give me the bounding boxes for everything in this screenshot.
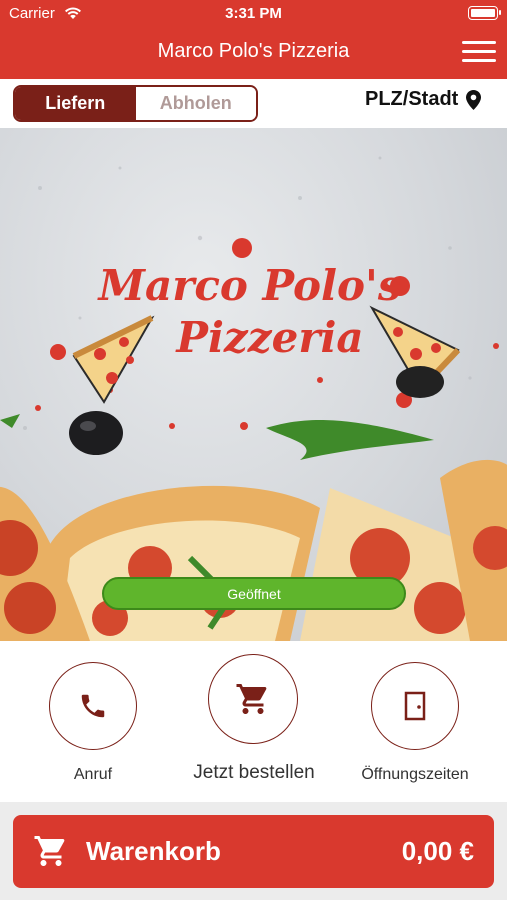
opening-hours-circle[interactable] <box>371 662 459 750</box>
hamburger-menu-icon[interactable] <box>462 39 496 65</box>
logo-line1: Marco Polo's <box>97 261 402 310</box>
location-pin-icon <box>466 89 482 110</box>
open-status-button[interactable]: Geöffnet <box>102 577 406 610</box>
pizza-slice-left <box>72 315 155 404</box>
call-action[interactable]: Anruf <box>49 662 139 792</box>
order-mode-toggle: Liefern Abholen <box>13 85 258 122</box>
call-label: Anruf <box>73 766 113 783</box>
app-header: Carrier 3:31 PM Marco Polo's Pizzeria <box>0 0 507 79</box>
battery-icon <box>468 6 501 20</box>
order-now-label: Jetzt bestellen <box>193 762 315 783</box>
order-now-circle[interactable] <box>208 654 298 744</box>
order-now-action[interactable]: Jetzt bestellen <box>183 654 325 789</box>
status-time: 3:31 PM <box>225 5 282 22</box>
tab-abholen[interactable]: Abholen <box>135 87 256 120</box>
cart-icon <box>236 684 267 714</box>
cart-button[interactable]: Warenkorb 0,00 € <box>13 815 494 888</box>
location-selector[interactable]: PLZ/Stadt <box>365 88 482 111</box>
location-label: PLZ/Stadt <box>365 88 459 110</box>
tab-liefern[interactable]: Liefern <box>15 87 136 120</box>
page-title: Marco Polo's Pizzeria <box>157 40 350 62</box>
logo-line2: Pizzeria <box>175 313 363 362</box>
cart-icon <box>34 836 65 866</box>
status-bar: Carrier 3:31 PM <box>0 0 507 28</box>
door-icon <box>404 691 426 721</box>
call-circle[interactable] <box>49 662 137 750</box>
phone-icon <box>81 694 105 718</box>
pizza-illustration: Marco Polo's Pizzeria <box>0 156 507 641</box>
cart-total: 0,00 € <box>401 836 474 866</box>
hero-image: Marco Polo's Pizzeria <box>0 128 507 641</box>
opening-hours-action[interactable]: Öffnungszeiten <box>352 662 478 792</box>
cart-label: Warenkorb <box>86 836 221 866</box>
opening-hours-label: Öffnungszeiten <box>361 766 469 783</box>
